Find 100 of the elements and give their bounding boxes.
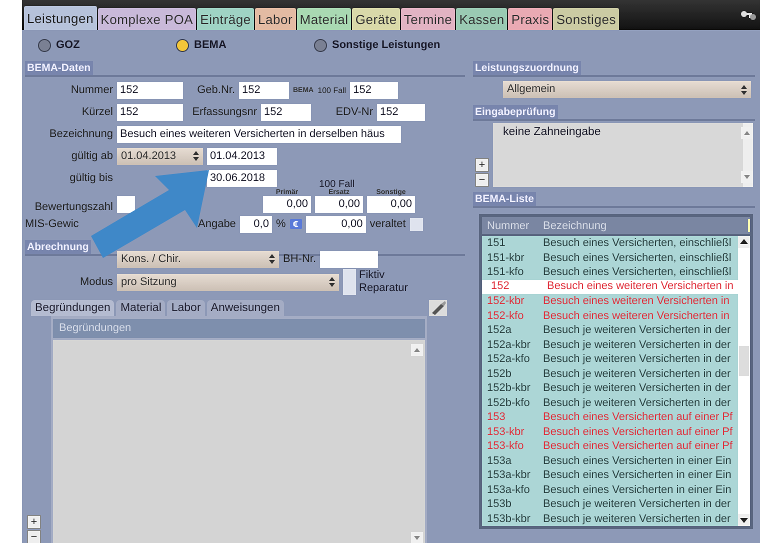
checkbox[interactable] bbox=[343, 282, 356, 295]
stepper-icon bbox=[193, 151, 199, 161]
table-cell-text: Besuch eines Versicherten in einer Ein bbox=[543, 469, 732, 482]
table-cell-text: Besuch je weiteren Versicherten in der bbox=[543, 382, 732, 394]
input-field[interactable]: 01.04.2013 bbox=[207, 148, 277, 164]
table-cell-text: Besuch eines Versicherten, einschließl bbox=[543, 237, 732, 250]
table-cell-text: Besuch eines weiteren Versicherten in bbox=[543, 295, 730, 308]
table-cell-text: 153a bbox=[486, 454, 512, 467]
field-label: Bezeichnung bbox=[48, 128, 113, 140]
tab[interactable]: Geräte bbox=[352, 8, 400, 30]
column-heading: 100 Fall bbox=[319, 180, 355, 189]
table-cell-text: 152a bbox=[486, 324, 512, 336]
radio-button[interactable]: Sonstige Leistungen bbox=[314, 38, 440, 52]
input-field[interactable]: 152 bbox=[117, 82, 183, 98]
input-field[interactable]: 0,00 bbox=[263, 196, 311, 213]
checkbox[interactable] bbox=[410, 218, 423, 230]
list-item[interactable]: keine Zahneingabe bbox=[493, 123, 743, 141]
input-field[interactable]: 152 bbox=[377, 104, 425, 120]
input-field[interactable] bbox=[320, 250, 378, 268]
dropdown[interactable]: Allgemein bbox=[503, 81, 751, 98]
tab[interactable]: Komplexe POA bbox=[98, 8, 196, 30]
table-row[interactable]: 152a-kbr Besuch je weiteren Versicherten in der bbox=[482, 338, 738, 352]
table-cell-text: Besuch eines Versicherten, einschließl bbox=[543, 266, 732, 278]
input-field[interactable]: 152 bbox=[350, 82, 398, 98]
stepper-icon bbox=[269, 254, 275, 264]
list-box[interactable]: keine Zahneingabe bbox=[493, 123, 753, 187]
input-field[interactable]: 152 bbox=[261, 104, 311, 120]
table-cell-text: Besuch eines weiteren Versicherten in bbox=[547, 279, 734, 294]
tab[interactable]: Labor bbox=[167, 300, 205, 316]
input-field[interactable]: 30.06.2018 bbox=[207, 170, 277, 186]
scroll-up-icon[interactable] bbox=[738, 236, 750, 248]
radio-button[interactable]: GOZ bbox=[38, 38, 176, 52]
field-label: MIS-Gewic bbox=[25, 218, 80, 230]
tab[interactable]: Sonstiges bbox=[553, 8, 620, 30]
table-row[interactable]: 152b-kbr Besuch je weiteren Versicherten in der bbox=[482, 381, 738, 396]
table-row[interactable]: 153b Besuch je weiteren Versicherten in der bbox=[482, 497, 738, 512]
table-row[interactable]: 153a Besuch eines Versicherten in einer Ein bbox=[482, 454, 738, 468]
table-cell-text: Besuch je weiteren Versicherten in der bbox=[543, 396, 732, 409]
input-field[interactable]: 0,00 bbox=[315, 196, 363, 213]
brush-icon[interactable] bbox=[429, 300, 447, 316]
table-cell-text: 153 bbox=[486, 411, 506, 424]
tab[interactable]: Material bbox=[116, 300, 166, 316]
table-cell-text: 152 bbox=[490, 279, 510, 294]
checkbox-label: Reparatur bbox=[359, 283, 408, 294]
tab[interactable]: Material bbox=[296, 8, 352, 30]
table-cell-text: 153a-kbr bbox=[486, 469, 532, 482]
dropdown[interactable]: pro Sitzung bbox=[117, 274, 339, 290]
tab[interactable]: Termine bbox=[400, 8, 456, 30]
tab[interactable]: Leistungen bbox=[24, 6, 97, 30]
date-dropdown[interactable]: 01.04.2013 bbox=[117, 148, 203, 164]
table-cell-text: 151 bbox=[486, 237, 506, 250]
table-cell-text: Besuch eines Versicherten in einer Ein bbox=[543, 484, 732, 496]
add-button[interactable]: + bbox=[475, 158, 489, 172]
table-row[interactable]: 151-kfo Besuch eines Versicherten, einschließl bbox=[482, 265, 738, 280]
list-header: Begründungen bbox=[53, 319, 425, 338]
key-icon[interactable] bbox=[740, 9, 756, 23]
tab[interactable]: Anweisungen bbox=[206, 300, 284, 316]
table-cell-text: 153a-kfo bbox=[486, 484, 531, 496]
tab[interactable]: Praxis bbox=[508, 8, 552, 30]
table-cell-text: Besuch je weiteren Versicherten in der bbox=[543, 324, 732, 336]
tab[interactable]: Labor bbox=[254, 8, 296, 30]
tab[interactable]: Begründungen bbox=[31, 300, 114, 316]
table-row[interactable]: 151-kbr Besuch eines Versicherten, einschließl bbox=[482, 250, 738, 265]
table-cell-text: 151-kbr bbox=[486, 252, 526, 264]
field-label: veraltet bbox=[370, 218, 406, 230]
table-row[interactable]: 152a-kfo Besuch je weiteren Versicherten in der bbox=[482, 352, 738, 366]
checkbox[interactable] bbox=[343, 269, 356, 282]
field-label: 100 Fall bbox=[318, 86, 346, 94]
table-cell-text: 152-kbr bbox=[486, 295, 526, 308]
field-label: % bbox=[276, 218, 286, 230]
radio-button[interactable]: BEMA bbox=[176, 38, 314, 52]
input-field[interactable]: 0,0 bbox=[240, 216, 272, 232]
table-cell-text: Besuch je weiteren Versicherten in der bbox=[543, 338, 732, 351]
currency-icon[interactable] bbox=[290, 219, 302, 229]
table-row[interactable]: 152a Besuch je weiteren Versicherten in der bbox=[482, 323, 738, 338]
remove-button[interactable]: − bbox=[475, 173, 489, 187]
remove-button[interactable]: − bbox=[27, 530, 41, 543]
input-field[interactable]: 0,00 bbox=[367, 196, 415, 213]
input-field[interactable]: Besuch eines weiteren Versicherten in derselben häus bbox=[117, 126, 401, 142]
section-title: Leistungszuordnung bbox=[473, 61, 581, 75]
tab[interactable]: Kassen bbox=[456, 8, 508, 30]
tab[interactable]: Einträge bbox=[197, 8, 254, 30]
table-row[interactable]: 153a-kbr Besuch eines Versicherten in einer Ein bbox=[482, 468, 738, 482]
table-row[interactable]: 153b-kbr Besuch je weiteren Versicherten in der bbox=[482, 512, 738, 526]
table-row[interactable]: 152b Besuch je weiteren Versicherten in der bbox=[482, 366, 738, 381]
table-cell-text: 151-kfo bbox=[486, 266, 525, 278]
scroll-thumb[interactable] bbox=[739, 346, 749, 376]
input-field[interactable]: 152 bbox=[239, 82, 289, 98]
table-row[interactable]: 152b-kfo Besuch je weiteren Versicherten in der bbox=[482, 396, 738, 410]
field-label: Erfassungsnr bbox=[191, 106, 257, 118]
input-field[interactable]: 0,00 bbox=[306, 216, 366, 232]
table-row[interactable]: 153a-kfo Besuch eines Versicherten in einer Ein bbox=[482, 482, 738, 497]
scroll-down-icon[interactable] bbox=[738, 514, 750, 526]
table-cell-text: Besuch je weiteren Versicherten in der bbox=[543, 368, 732, 380]
table-cell-text: Besuch eines weiteren Versicherten in bbox=[543, 310, 730, 322]
input-field[interactable] bbox=[117, 196, 135, 213]
add-button[interactable]: + bbox=[27, 515, 41, 529]
dropdown[interactable]: Kons. / Chir. bbox=[117, 250, 279, 268]
input-field[interactable]: 152 bbox=[117, 104, 183, 120]
table-row[interactable]: 151 Besuch eines Versicherten, einschließl bbox=[482, 236, 738, 250]
